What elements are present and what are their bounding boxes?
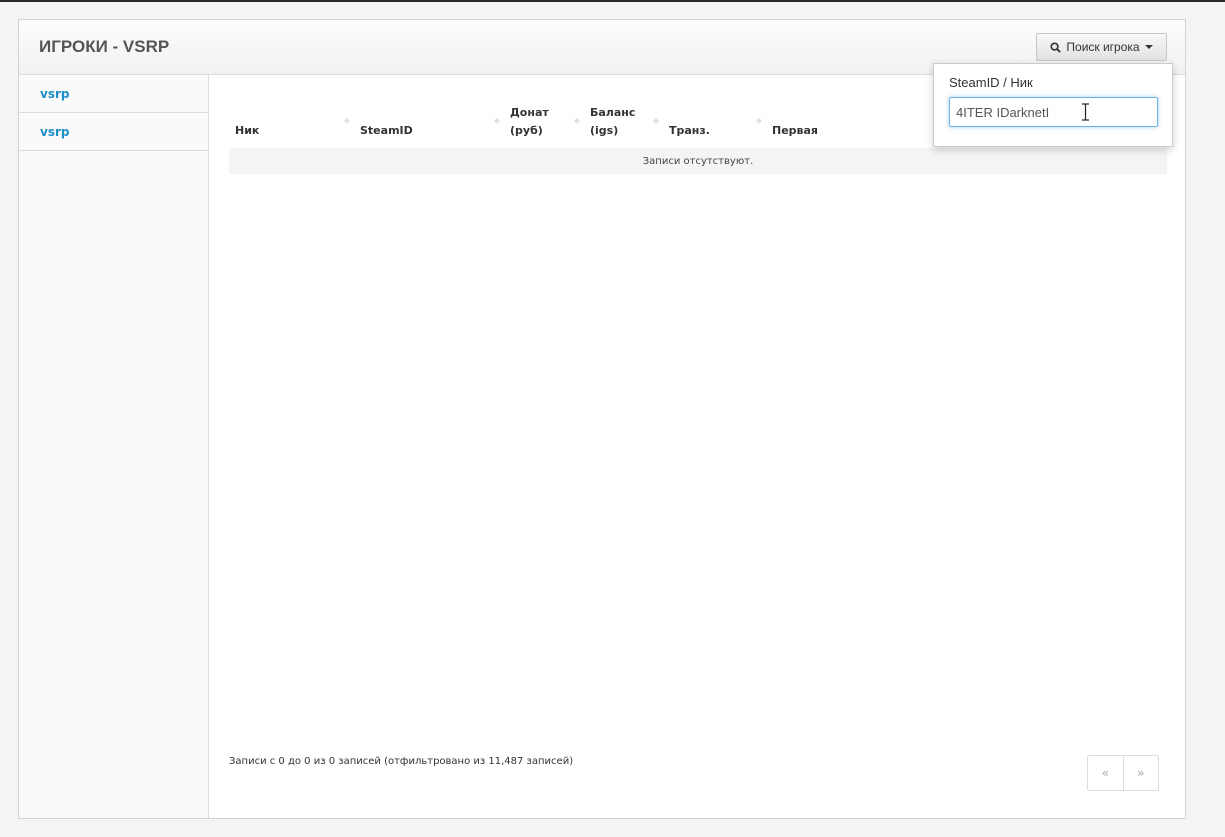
search-icon <box>1050 41 1062 53</box>
sort-icon: ◆ <box>573 116 580 125</box>
search-button-label: Поиск игрока <box>1066 40 1140 54</box>
search-input[interactable] <box>949 97 1158 127</box>
column-header-steamid[interactable]: SteamID ◆ <box>354 104 504 148</box>
sidebar: vsrp vsrp <box>19 75 209 818</box>
search-field-label: SteamID / Ник <box>949 75 1033 90</box>
prev-page-button[interactable]: « <box>1088 756 1124 790</box>
table-info: Записи с 0 до 0 из 0 записей (отфильтров… <box>229 756 574 767</box>
pagination: « » <box>1087 755 1159 791</box>
search-popover: SteamID / Ник <box>933 63 1173 147</box>
sidebar-item-vsrp-2[interactable]: vsrp <box>19 113 208 151</box>
top-border <box>0 0 1225 2</box>
sort-icon: ◆ <box>343 116 350 125</box>
column-header-balance[interactable]: Баланс (igs) ◆ <box>584 104 663 148</box>
table-row: Записи отсутствуют. <box>229 148 1167 174</box>
sort-icon: ◆ <box>652 116 659 125</box>
search-player-button[interactable]: Поиск игрока <box>1036 33 1167 61</box>
caret-down-icon <box>1144 45 1153 49</box>
sidebar-item-vsrp-1[interactable]: vsrp <box>19 75 208 113</box>
next-page-button[interactable]: » <box>1124 756 1159 790</box>
column-header-donate[interactable]: Донат (руб) ◆ <box>504 104 584 148</box>
page-title: ИГРОКИ - VSRP <box>39 37 170 56</box>
column-header-nick[interactable]: Ник ◆ <box>229 104 354 148</box>
column-header-transactions[interactable]: Транз. ◆ <box>663 104 766 148</box>
sort-icon: ◆ <box>755 116 762 125</box>
sort-icon: ◆ <box>493 116 500 125</box>
text-cursor-icon <box>1082 103 1089 121</box>
empty-table-message: Записи отсутствуют. <box>229 148 1167 174</box>
